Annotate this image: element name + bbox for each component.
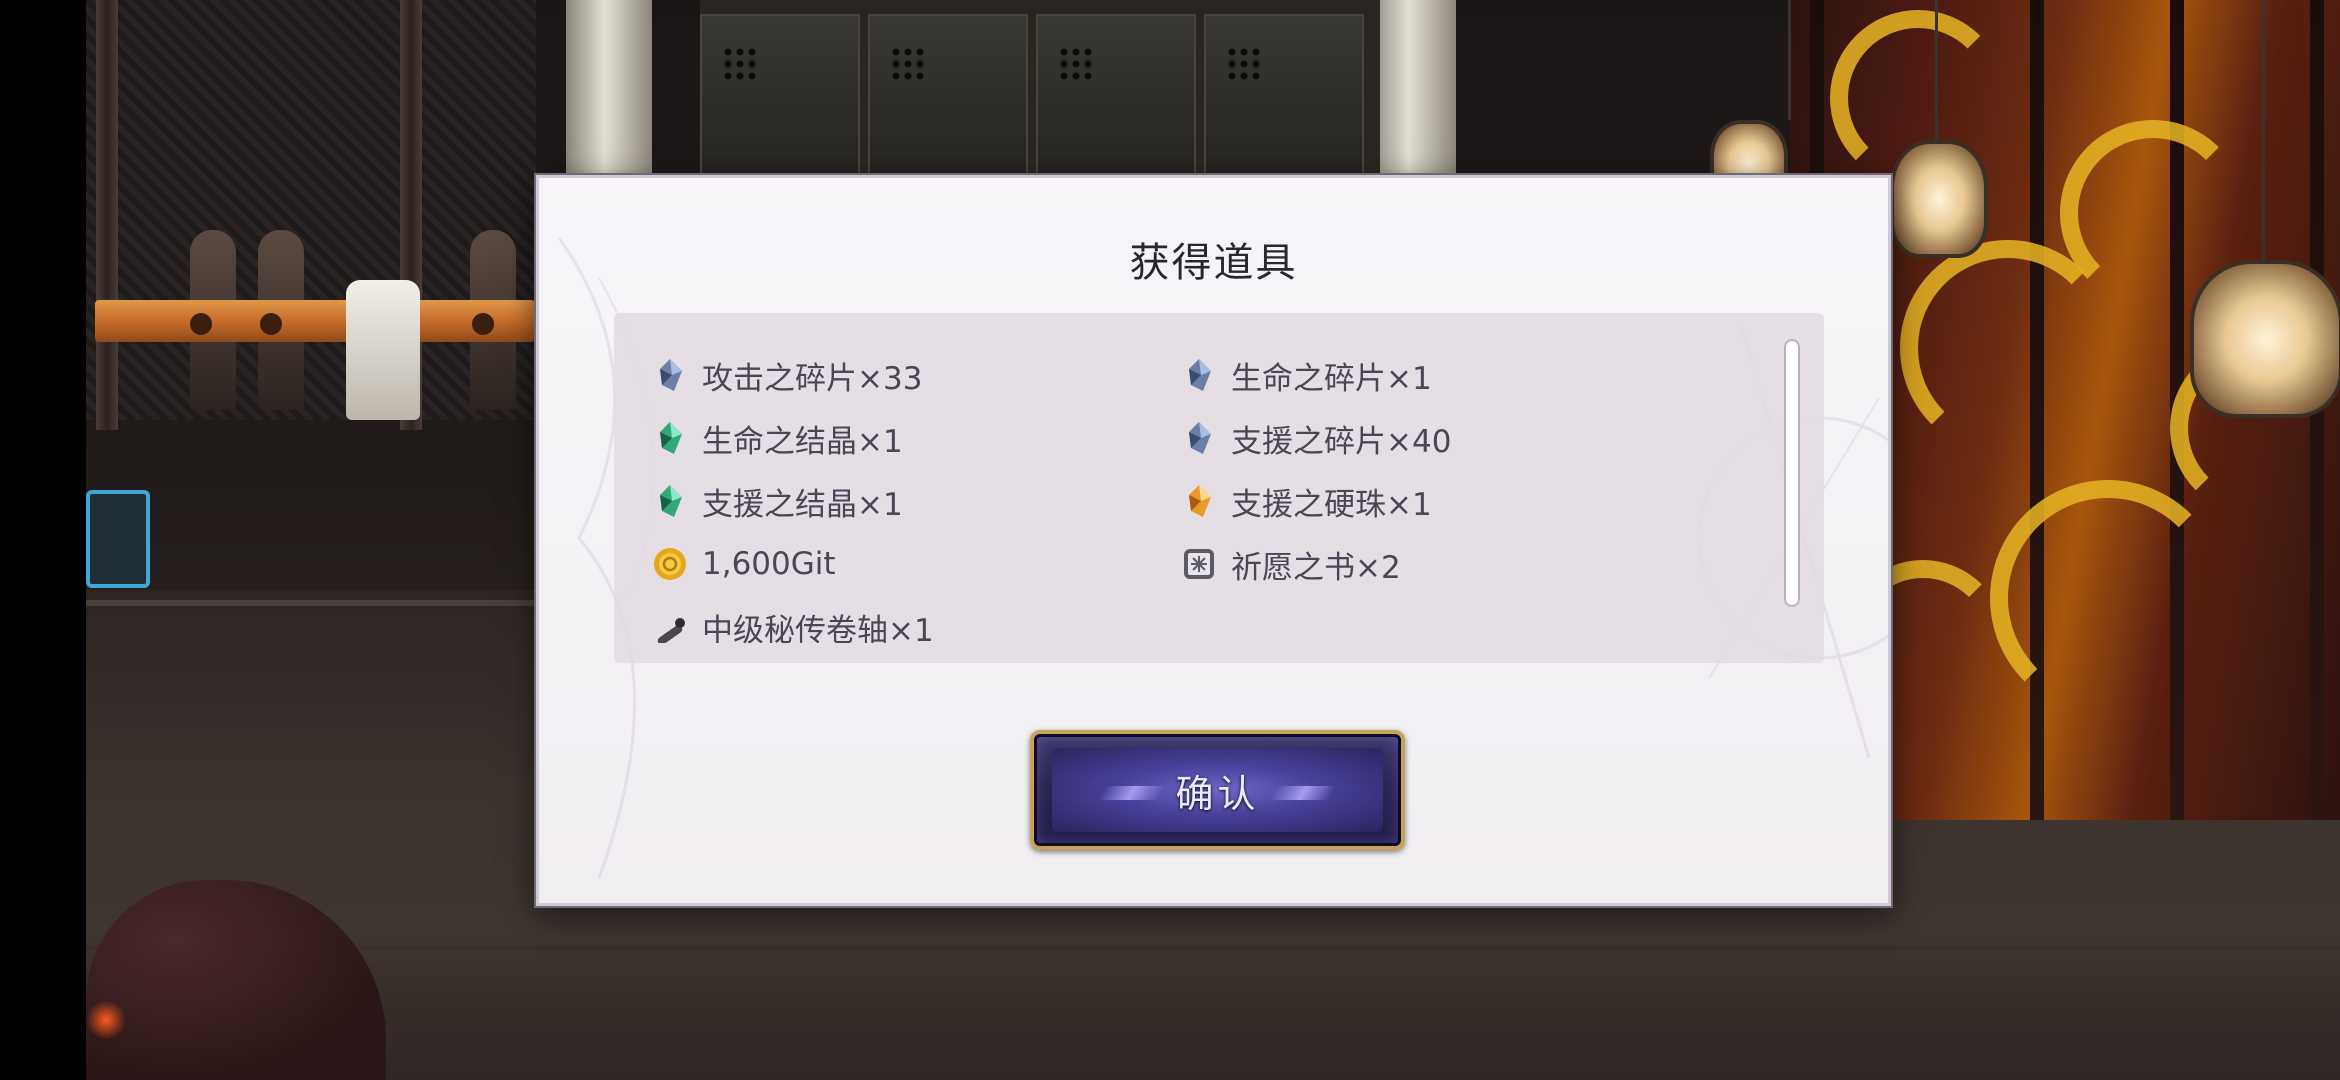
floor-edge	[86, 945, 2340, 951]
background-rack	[95, 300, 535, 342]
door-grid	[1058, 46, 1094, 82]
item-label: 1,600Git	[702, 546, 836, 582]
lantern-chain	[2262, 0, 2265, 260]
list-item: 中级秘传卷轴×1	[652, 602, 934, 643]
life-crystal-icon	[652, 420, 688, 456]
list-item: 支援之碎片×40	[1181, 413, 1451, 463]
item-label: 支援之结晶×1	[702, 486, 903, 523]
life-shard-icon	[1181, 357, 1217, 393]
background-doors	[700, 0, 1380, 184]
item-label: 支援之硬珠×1	[1231, 486, 1432, 523]
dialog-title: 获得道具	[1129, 240, 1298, 286]
lantern-icon	[2190, 260, 2340, 418]
support-crystal-icon	[652, 483, 688, 519]
confirm-button-label: 确认	[1175, 771, 1260, 816]
lantern-chain	[1935, 0, 1938, 140]
background-pillar	[1370, 0, 1456, 190]
list-item: 生命之碎片×1	[1181, 350, 1432, 400]
background-door	[700, 14, 860, 184]
background-glow	[86, 1000, 126, 1040]
item-list-scrollbar[interactable]	[1784, 339, 1800, 607]
lantern-chain	[1788, 0, 1791, 120]
item-list-panel[interactable]: 攻击之碎片×33 生命之碎片×1 生命之结晶×1 支援之碎片×40 支援之结晶×…	[614, 313, 1824, 663]
rack-hole	[190, 313, 212, 335]
item-reward-dialog: 获得道具 攻击之碎片×33 生命之碎片×1 生命之结晶×1 支援之碎片×40 支…	[536, 175, 1891, 906]
item-label: 祈愿之书×2	[1231, 549, 1401, 586]
item-label: 生命之碎片×1	[1231, 360, 1432, 397]
lantern-icon	[1890, 140, 1988, 258]
background-pillar	[566, 0, 652, 190]
gold-swirl	[1990, 480, 2226, 716]
game-screen: 获得道具 攻击之碎片×33 生命之碎片×1 生命之结晶×1 支援之碎片×40 支…	[0, 0, 2340, 1080]
background-device	[86, 490, 150, 588]
rack-hole	[260, 313, 282, 335]
door-grid	[890, 46, 926, 82]
list-item: 攻击之碎片×33	[652, 350, 922, 400]
item-label: 中级秘传卷轴×1	[702, 612, 934, 644]
list-item: 祈愿之书×2	[1181, 539, 1401, 589]
support-shard-icon	[1181, 420, 1217, 456]
rack-hole	[472, 313, 494, 335]
door-grid	[1226, 46, 1262, 82]
item-label: 生命之结晶×1	[702, 423, 903, 460]
attack-shard-icon	[652, 357, 688, 393]
prayer-book-icon	[1181, 546, 1217, 582]
list-item: 支援之硬珠×1	[1181, 476, 1432, 526]
background-door	[1204, 14, 1364, 184]
item-label: 支援之碎片×40	[1231, 423, 1452, 460]
list-item: 支援之结晶×1	[652, 476, 903, 526]
background-door	[1036, 14, 1196, 184]
item-list[interactable]: 攻击之碎片×33 生命之碎片×1 生命之结晶×1 支援之碎片×40 支援之结晶×…	[614, 313, 1754, 643]
background-control-panel	[346, 280, 420, 420]
scroll-icon	[652, 609, 688, 643]
door-grid	[722, 46, 758, 82]
background-door	[868, 14, 1028, 184]
confirm-button[interactable]: 确认	[1030, 730, 1405, 850]
list-item: 生命之结晶×1	[652, 413, 903, 463]
support-hard-orb-icon	[1181, 483, 1217, 519]
gold-coin-icon	[652, 546, 688, 582]
item-label: 攻击之碎片×33	[702, 360, 923, 397]
screen-cutout-bar	[0, 0, 86, 1080]
list-item: 1,600Git	[652, 539, 836, 589]
background-frame	[96, 0, 118, 430]
background-wall-left	[86, 0, 536, 420]
